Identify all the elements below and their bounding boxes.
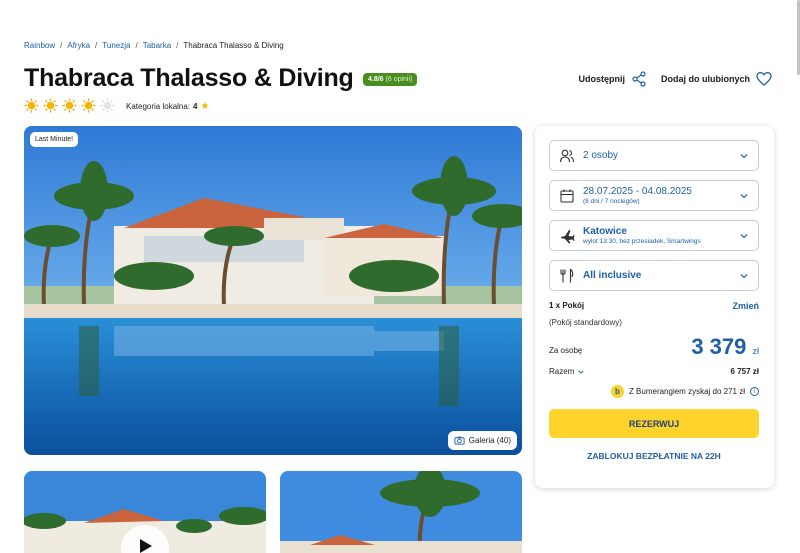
total-value: 6 757 zł [730,367,759,376]
page-title: Thabraca Thalasso & Diving [24,64,354,92]
star-icon: ★ [200,101,210,112]
camera-icon [454,436,465,445]
people-icon [559,149,575,162]
reserve-button[interactable]: REZERWUJ [549,409,759,438]
hotel-page: Rainbow / Afryka / Tunezja / Tabarka / T… [0,0,800,553]
change-room-link[interactable]: Zmień [732,301,759,311]
breadcrumb-separator: / [176,41,179,50]
block-free-button[interactable]: ZABLOKUJ BEZPŁATNIE NA 22H [549,451,759,461]
hotel-pool-photo [24,126,522,455]
sun-icon [24,98,39,113]
sun-empty-icon [100,98,115,113]
rating-value: 4.8/6 [368,76,384,83]
sun-icon [43,98,58,113]
heart-icon [756,71,772,86]
booking-panel: 2 osoby 28.07.2025 - 04.08.2025 (8 dni /… [535,126,774,488]
price-per-person: 3 379 zł [691,334,759,360]
chevron-down-icon [740,194,748,199]
favorite-button[interactable]: Dodaj do ulubionych [661,71,772,87]
chevron-down-icon [740,274,748,279]
gallery-label: Galeria (40) [468,436,511,445]
board-select[interactable]: All inclusive [549,260,759,291]
dates-value: 28.07.2025 - 04.08.2025 [583,185,692,197]
breadcrumb-separator: / [60,41,63,50]
board-value: All inclusive [583,270,642,281]
breadcrumb-item-rainbow[interactable]: Rainbow [24,41,55,50]
chevron-down-icon [578,370,584,374]
rating-badge[interactable]: 4.8/6 (6 opinii) [363,73,418,86]
local-category-value: 4 [193,102,198,111]
share-button[interactable]: Udostępnij [579,71,648,87]
main-photo[interactable]: Last Minute! Galeria (40) [24,126,522,455]
bumerang-text: Z Bumerangiem zyskaj do 271 zł [628,387,745,396]
sun-icon [81,98,96,113]
plane-icon [561,229,575,243]
sun-rating [24,98,115,113]
price-value: 3 379 [691,334,747,359]
bumerang-info: b Z Bumerangiem zyskaj do 271 zł i [610,385,759,398]
breadcrumb-current: Thabraca Thalasso & Diving [183,41,284,50]
breadcrumb-item-tabarka[interactable]: Tabarka [143,41,171,50]
persons-select[interactable]: 2 osoby [549,140,759,171]
breadcrumb-separator: / [95,41,98,50]
dates-select[interactable]: 28.07.2025 - 04.08.2025 (8 dni / 7 nocle… [549,180,759,211]
total-label: Razem [549,367,575,376]
share-icon [632,71,646,87]
last-minute-badge: Last Minute! [30,132,79,147]
total-toggle[interactable]: Razem [549,367,584,376]
video-thumbnail[interactable] [24,471,266,553]
dates-sub: (8 dni / 7 noclegów) [583,197,640,205]
departure-value: Katowice [583,225,627,237]
departure-select[interactable]: Katowice wylot 13:30, bez przesiadek, Sm… [549,220,759,251]
favorite-label: Dodaj do ulubionych [661,74,750,84]
sun-icon [62,98,77,113]
top-actions: Udostępnij Dodaj do ulubionych [579,71,773,87]
breadcrumb-separator: / [135,41,138,50]
gallery-button[interactable]: Galeria (40) [447,431,517,450]
photo-thumbnail[interactable] [280,471,522,553]
room-count: 1 x Pokój [549,301,585,310]
departure-sub: wylot 13:30, bez przesiadek, Smartwings [583,237,701,245]
bumerang-logo-icon: b [610,385,624,398]
local-category: Kategoria lokalna: 4 ★ [126,101,209,112]
breadcrumb: Rainbow / Afryka / Tunezja / Tabarka / T… [24,41,284,50]
thumbnail-photo [280,471,522,553]
info-icon[interactable]: i [750,387,759,396]
per-person-label: Za osobę [549,346,583,355]
share-label: Udostępnij [578,74,626,84]
breadcrumb-item-afryka[interactable]: Afryka [67,41,90,50]
chevron-down-icon [740,154,748,159]
chevron-down-icon [740,234,748,239]
calendar-icon [560,189,574,203]
local-category-label: Kategoria lokalna: [126,102,191,111]
persons-value: 2 osoby [583,150,619,161]
cutlery-icon [560,268,574,282]
breadcrumb-item-tunezja[interactable]: Tunezja [102,41,130,50]
rating-count: (6 opinii) [385,76,413,83]
thumbnail-photo [24,471,266,553]
price-currency: zł [752,346,760,356]
room-type: (Pokój standardowy) [549,318,622,327]
